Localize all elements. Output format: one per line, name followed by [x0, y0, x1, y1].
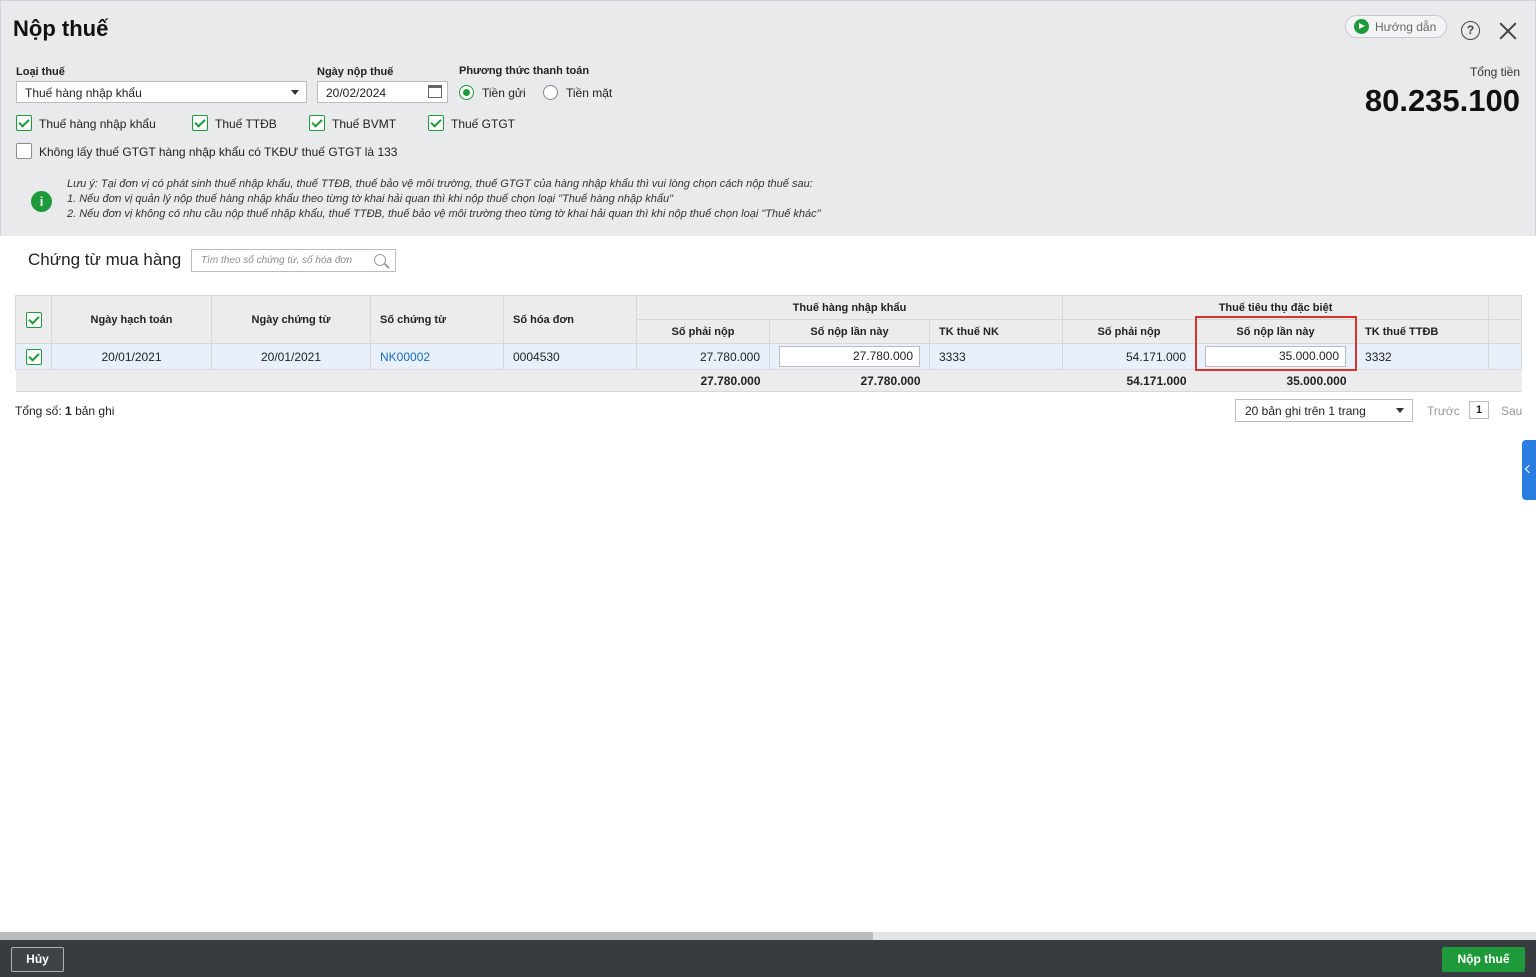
bottom-action-bar: Hủy Nộp thuế: [0, 940, 1536, 977]
cell-invoice-no: 0004530: [503, 343, 637, 370]
highlight-box: [1195, 316, 1357, 371]
sum-excise-pay-now: 35.000.000: [1195, 369, 1356, 392]
cell-import-payable: 27.780.000: [636, 343, 770, 370]
record-count-value: 1: [65, 404, 72, 418]
guide-label: Hướng dẫn: [1375, 19, 1437, 34]
guide-button[interactable]: Hướng dẫn: [1345, 15, 1448, 38]
cell-excise-acc: 3332: [1355, 343, 1490, 370]
select-all-cell: [15, 295, 52, 344]
search-icon[interactable]: [374, 254, 386, 266]
side-panel-toggle[interactable]: [1522, 440, 1536, 500]
row-checkbox[interactable]: [25, 348, 42, 365]
sum-empty-5: [503, 369, 637, 392]
totals-row: 27.780.000 27.780.000 54.171.000 35.000.…: [15, 369, 1522, 392]
checkbox-import-tax[interactable]: [16, 115, 32, 131]
cell-doc-date: 20/01/2021: [211, 343, 371, 370]
tax-type-select[interactable]: Thuế hàng nhập khẩu: [16, 81, 307, 103]
page-size-select[interactable]: 20 bản ghi trên 1 trang: [1235, 399, 1413, 422]
import-pay-now-input[interactable]: 27.780.000: [779, 346, 920, 367]
pay-date-label: Ngày nộp thuế: [317, 66, 394, 78]
sum-import-payable: 27.780.000: [636, 369, 770, 392]
cell-import-pay-now: 27.780.000: [769, 343, 930, 370]
sum-empty-1: [15, 369, 52, 392]
page-title: Nộp thuế: [13, 16, 109, 41]
sum-empty-7: [1355, 369, 1489, 392]
col-invoice-no[interactable]: Số hóa đơn: [503, 295, 637, 344]
note-line-1: Lưu ý: Tại đơn vị có phát sinh thuế nhập…: [67, 178, 813, 190]
sum-import-pay-now: 27.780.000: [769, 369, 930, 392]
col-filler: [1488, 295, 1523, 320]
col-import-pay-now[interactable]: Số nộp lần này: [769, 319, 930, 344]
sum-empty-6: [929, 369, 1063, 392]
col-posting-date[interactable]: Ngày hạch toán: [51, 295, 212, 344]
sum-empty-2: [51, 369, 212, 392]
sum-empty-4: [370, 369, 504, 392]
record-count-prefix: Tổng số:: [15, 404, 62, 418]
chevron-down-icon: [291, 90, 299, 95]
col-doc-date[interactable]: Ngày chứng từ: [211, 295, 371, 344]
doc-no-link[interactable]: NK00002: [370, 343, 504, 370]
scrollbar-thumb[interactable]: [0, 932, 873, 940]
tax-type-value: Thuế hàng nhập khẩu: [25, 86, 142, 100]
checkbox-exclude-vat[interactable]: [16, 143, 32, 159]
payment-method-label: Phương thức thanh toán: [459, 65, 590, 77]
col-import-acc[interactable]: TK thuế NK: [928, 319, 1064, 344]
cell-excise-payable: 54.171.000: [1062, 343, 1197, 370]
note-line-2: 1. Nếu đơn vị quản lý nộp thuế hàng nhập…: [67, 193, 674, 205]
checkbox-env-tax-label[interactable]: Thuế BVMT: [332, 117, 396, 131]
radio-bank-deposit-label[interactable]: Tiền gửi: [482, 86, 526, 100]
col-filler-2: [1488, 319, 1523, 344]
radio-cash[interactable]: [543, 85, 558, 100]
checkbox-vat-label[interactable]: Thuế GTGT: [451, 117, 515, 131]
sum-excise-payable: 54.171.000: [1062, 369, 1196, 392]
info-icon: i: [31, 191, 52, 212]
chevron-down-icon: [1396, 408, 1404, 413]
horizontal-scrollbar[interactable]: [0, 932, 1536, 940]
pay-date-input[interactable]: 20/02/2024: [317, 81, 448, 103]
checkbox-excise-tax-label[interactable]: Thuế TTĐB: [215, 117, 277, 131]
cell-filler: [1488, 343, 1523, 370]
submit-button[interactable]: Nộp thuế: [1442, 947, 1525, 972]
next-page-button[interactable]: Sau: [1501, 404, 1522, 418]
sum-empty-3: [211, 369, 371, 392]
col-excise-payable[interactable]: Số phải nộp: [1062, 319, 1197, 344]
checkbox-exclude-vat-label[interactable]: Không lấy thuế GTGT hàng nhập khẩu có TK…: [39, 145, 397, 159]
radio-cash-label[interactable]: Tiền mặt: [566, 86, 612, 100]
page-number[interactable]: 1: [1469, 401, 1489, 419]
cell-posting-date: 20/01/2021: [51, 343, 212, 370]
tax-type-label: Loại thuế: [16, 66, 65, 78]
section-title: Chứng từ mua hàng: [28, 250, 182, 269]
pay-date-value: 20/02/2024: [326, 86, 387, 100]
checkbox-import-tax-label[interactable]: Thuế hàng nhập khẩu: [39, 117, 156, 131]
checkbox-vat[interactable]: [428, 115, 444, 131]
search-input[interactable]: Tìm theo số chứng từ, số hóa đơn: [191, 249, 396, 272]
close-icon[interactable]: [1497, 20, 1519, 42]
cell-import-acc: 3333: [928, 343, 1064, 370]
row-checkbox-cell: [15, 343, 52, 370]
search-placeholder: Tìm theo số chứng từ, số hóa đơn: [201, 255, 353, 266]
col-excise-acc[interactable]: TK thuế TTĐB: [1355, 319, 1490, 344]
record-count: Tổng số: 1 bản ghi: [15, 404, 114, 418]
col-import-payable[interactable]: Số phải nộp: [636, 319, 770, 344]
checkbox-excise-tax[interactable]: [192, 115, 208, 131]
cancel-button[interactable]: Hủy: [11, 947, 64, 972]
total-value: 80.235.100: [1364, 83, 1520, 118]
col-doc-no[interactable]: Số chứng từ: [370, 295, 504, 344]
col-group-import-tax: Thuế hàng nhập khẩu: [635, 295, 1064, 320]
record-count-suffix: bản ghi: [75, 404, 115, 418]
select-all-checkbox[interactable]: [25, 311, 42, 328]
prev-page-button[interactable]: Trước: [1427, 404, 1460, 418]
sum-empty-8: [1488, 369, 1522, 392]
note-line-3: 2. Nếu đơn vị không có nhu cầu nộp thuế …: [67, 208, 821, 220]
filter-panel: Nộp thuế Hướng dẫn ? Loại thuế Thuế hàng…: [0, 0, 1536, 236]
calendar-icon[interactable]: [428, 85, 442, 98]
page-size-value: 20 bản ghi trên 1 trang: [1245, 404, 1366, 418]
total-label: Tổng tiền: [1469, 65, 1520, 79]
radio-bank-deposit[interactable]: [459, 85, 474, 100]
help-icon[interactable]: ?: [1461, 21, 1480, 40]
checkbox-env-tax[interactable]: [309, 115, 325, 131]
play-icon: [1354, 19, 1369, 34]
